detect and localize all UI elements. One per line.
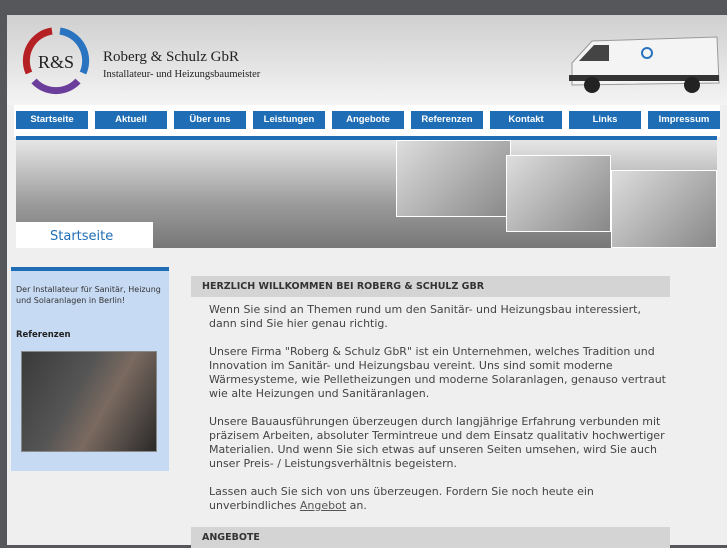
company-logo[interactable]: R&S [22,27,90,95]
paragraph-text: Lassen auch Sie sich von uns überzeugen.… [209,485,594,512]
header: R&S Roberg & Schulz GbR Installateur- un… [7,15,727,105]
nav-startseite[interactable]: Startseite [16,111,88,129]
banner-photo [506,155,611,232]
banner-image: Startseite [16,140,717,248]
nav-kontakt[interactable]: Kontakt [490,111,562,129]
paragraph: Lassen auch Sie sich von uns überzeugen.… [209,485,671,513]
main-nav: Startseite Aktuell Über uns Leistungen A… [16,111,720,129]
sidebar-text: Der Installateur für Sanitär, Heizung un… [16,285,161,305]
nav-referenzen[interactable]: Referenzen [411,111,483,129]
angebot-link[interactable]: Angebot [300,499,346,512]
paragraph: Unsere Firma "Roberg & Schulz GbR" ist e… [209,345,666,400]
paragraph: Wenn Sie sind an Themen rund um den Sani… [209,303,641,330]
company-name: Roberg & Schulz GbR [103,49,239,65]
banner-page-label: Startseite [16,222,153,248]
welcome-heading: HERZLICH WILLKOMMEN BEI ROBERG & SCHULZ … [191,276,670,297]
company-subtitle: Installateur- und Heizungsbaumeister [103,69,261,80]
van-image [569,36,720,93]
paragraph: Unsere Bauausführungen überzeugen durch … [209,415,665,470]
nav-impressum[interactable]: Impressum [648,111,720,129]
nav-links[interactable]: Links [569,111,641,129]
nav-ueber-uns[interactable]: Über uns [174,111,246,129]
nav-angebote[interactable]: Angebote [332,111,404,129]
svg-text:R&S: R&S [38,52,74,72]
nav-leistungen[interactable]: Leistungen [253,111,325,129]
sidebar-references-title: Referenzen [16,330,71,340]
sidebar: Der Installateur für Sanitär, Heizung un… [11,267,169,471]
banner-photo [396,140,511,217]
banner-photo [611,170,717,248]
page: R&S Roberg & Schulz GbR Installateur- un… [7,15,727,548]
nav-aktuell[interactable]: Aktuell [95,111,167,129]
reference-photo[interactable] [21,351,157,452]
main-content: HERZLICH WILLKOMMEN BEI ROBERG & SCHULZ … [191,276,671,548]
paragraph-text: an. [346,499,367,512]
